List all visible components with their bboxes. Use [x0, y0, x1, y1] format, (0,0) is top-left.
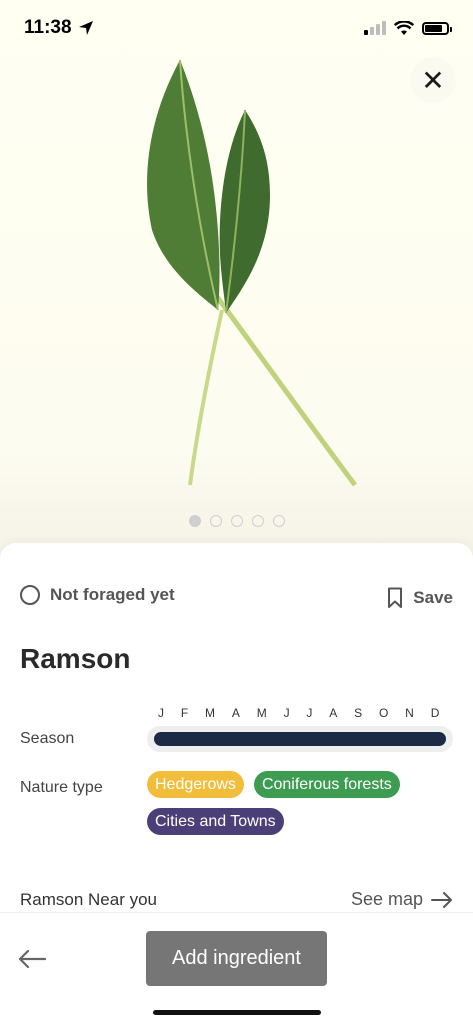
save-button[interactable]: Save [387, 587, 453, 609]
status-icons [364, 20, 452, 36]
arrow-right-icon [431, 891, 452, 908]
nature-tag-coniferous-forests[interactable]: Coniferous forests [253, 771, 400, 798]
season-months: J F M A M J J A S O N D [150, 706, 448, 720]
season-bar [147, 726, 453, 752]
carousel-dot[interactable] [272, 515, 285, 527]
bookmark-icon [388, 587, 403, 608]
status-time: 11:38 [24, 17, 72, 38]
close-icon: ✕ [421, 64, 445, 96]
nature-type-label: Nature type [20, 779, 103, 796]
see-map-label: See map [350, 889, 423, 909]
carousel-dot[interactable] [251, 515, 264, 527]
month-label: M [256, 706, 268, 720]
nature-tag-cities-and-towns[interactable]: Cities and Towns [147, 808, 284, 835]
foraged-radio[interactable] [20, 585, 40, 605]
see-map-link[interactable]: See map [351, 889, 453, 910]
season-segment [229, 732, 446, 746]
month-label: J [306, 706, 313, 720]
save-label: Save [413, 588, 453, 607]
wifi-icon [394, 20, 414, 35]
ramson-leaves-image [147, 59, 358, 487]
plant-image-carousel[interactable]: ✕ [0, 0, 473, 560]
status-bar: 11:38 [0, 0, 473, 56]
plant-name: Ramson [20, 643, 131, 674]
carousel-dot[interactable] [209, 515, 222, 527]
month-label: S [354, 706, 363, 720]
month-label: J [283, 706, 291, 720]
status-time-group: 11:38 [24, 17, 94, 39]
nature-tag-hedgerows[interactable]: Hedgerows [147, 771, 244, 798]
month-label: M [205, 706, 216, 720]
month-label: A [231, 706, 241, 720]
month-label: N [405, 706, 415, 720]
carousel-dot[interactable] [230, 515, 243, 527]
foraged-status-label: Not foraged yet [50, 585, 175, 604]
month-label: A [329, 706, 338, 720]
carousel-dot[interactable] [188, 515, 201, 527]
close-button[interactable]: ✕ [410, 57, 456, 103]
month-label: O [378, 706, 389, 720]
add-ingredient-button[interactable]: Add ingredient [146, 931, 327, 986]
home-indicator[interactable] [153, 1010, 321, 1015]
month-label: F [180, 706, 189, 720]
carousel-indicator [0, 515, 473, 527]
season-label: Season [20, 730, 75, 747]
arrow-left-icon [18, 949, 46, 969]
month-label: D [430, 706, 440, 720]
back-button[interactable] [16, 945, 48, 973]
nature-type-tags: Hedgerows Coniferous forests Cities and … [147, 771, 447, 835]
bottom-action-bar: Add ingredient [0, 912, 473, 1024]
cellular-signal-icon [364, 21, 386, 35]
near-you-heading: Ramson Near you [20, 890, 158, 909]
foraged-toggle[interactable]: Not foraged yet [20, 585, 175, 605]
location-arrow-icon [78, 21, 93, 35]
month-label: J [158, 706, 165, 720]
battery-icon [422, 21, 452, 35]
